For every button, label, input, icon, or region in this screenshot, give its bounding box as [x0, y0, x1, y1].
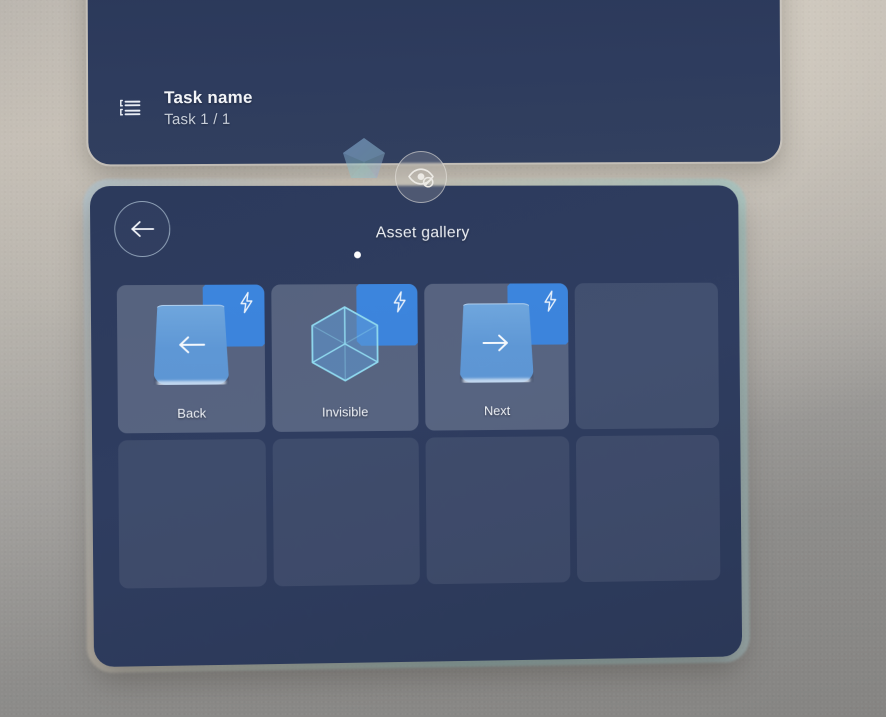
page-title: Asset gallery	[90, 224, 738, 243]
asset-card-next[interactable]: Next	[424, 283, 570, 430]
task-progress: Task 1 / 1	[164, 111, 252, 128]
wireframe-cube-icon	[302, 301, 388, 387]
asset-thumbnail	[271, 298, 418, 390]
asset-gallery-window: Asset gallery Back Invisible Next	[90, 185, 742, 667]
page-arrow-left-icon	[153, 305, 229, 385]
asset-grid-row-2	[118, 435, 720, 589]
asset-label: Next	[425, 403, 569, 419]
asset-slot-empty[interactable]	[118, 439, 267, 589]
asset-label: Invisible	[272, 404, 418, 420]
asset-slot-empty[interactable]	[576, 435, 720, 582]
task-summary[interactable]: Task name Task 1 / 1	[118, 88, 253, 129]
page-dot-1[interactable]	[354, 251, 361, 258]
asset-card-back[interactable]: Back	[117, 285, 266, 434]
visibility-toggle-button[interactable]	[395, 151, 447, 203]
asset-gallery-panel: Asset gallery Back Invisible Next	[90, 185, 742, 667]
asset-card-invisible[interactable]: Invisible	[271, 284, 418, 432]
asset-slot-empty[interactable]	[575, 283, 719, 430]
asset-thumbnail	[117, 299, 265, 392]
asset-grid-row-1: Back Invisible Next	[117, 283, 719, 434]
asset-thumbnail	[424, 297, 569, 389]
task-title: Task name	[164, 88, 253, 108]
asset-slot-empty[interactable]	[425, 436, 571, 584]
vr-scene: Task name Task 1 / 1 Asset gallery Back …	[0, 0, 886, 717]
eye-off-icon	[407, 166, 435, 188]
asset-label: Back	[118, 405, 265, 421]
task-list-icon	[118, 95, 144, 121]
page-indicator[interactable]	[90, 250, 738, 259]
page-arrow-right-icon	[459, 303, 534, 383]
task-text-block: Task name Task 1 / 1	[164, 88, 253, 128]
asset-slot-empty[interactable]	[272, 438, 419, 587]
task-panel: Task name Task 1 / 1	[88, 0, 781, 165]
